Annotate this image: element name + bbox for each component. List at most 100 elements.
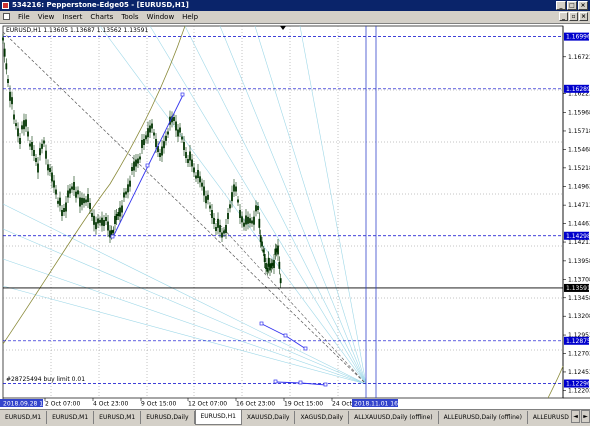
candle-body [137,158,139,164]
candle-body [9,91,11,101]
menu-window[interactable]: Window [143,11,179,23]
candle-body [183,142,185,150]
fibonacci-fan[interactable] [2,25,367,385]
candle-body [123,192,125,198]
candle-body [45,150,47,159]
tab-navigation: ◄ ► [569,410,590,423]
chart-tab[interactable]: EURUSD,Daily [141,411,195,424]
moving-average-line [2,25,186,345]
chart-tab[interactable]: XAGUSD,Daily [295,411,350,424]
candle-body [262,249,265,253]
price-tick-label: 1.12453 [568,369,590,376]
candle-body [39,148,41,156]
child-restore-button[interactable]: ▫ [569,12,578,21]
candle-body [83,198,85,204]
tab-scroll-left-icon[interactable]: ◄ [571,410,580,423]
candle-body [33,150,35,156]
order-label: #28725494 buy limit 0.01 [6,376,85,383]
candle-body [49,168,51,172]
candle-body [73,182,75,190]
child-close-button[interactable]: × [579,12,588,21]
chart-tab[interactable]: ALLEURUSD,Daily (offline) [439,411,528,424]
minimize-button[interactable]: _ [556,1,566,10]
candle-body [75,191,77,198]
candle-body [175,121,177,131]
candle-body [13,114,15,120]
candle-body [107,221,109,231]
chart-tab[interactable]: EURUSD,M1 [94,411,142,424]
candle-body [19,138,21,144]
candle-body [91,213,93,217]
time-tick-label: 12 Oct 07:00 [188,401,227,408]
candle-body [51,172,53,182]
candle-body [279,278,282,284]
candle-body [93,215,95,225]
menu-file[interactable]: File [14,11,34,23]
candle-body [155,139,157,147]
price-tick-label: 1.14713 [568,202,590,209]
candle-body [41,143,43,149]
chart-tab[interactable]: EURUSD,M1 [47,411,95,424]
candle-body [5,63,8,70]
zigzag-trendlines[interactable] [112,94,327,386]
candle-body [163,141,165,149]
grid [3,26,563,398]
candle-body [195,175,197,179]
level-lines[interactable] [3,36,563,384]
candle-body [253,216,255,225]
candle-body [258,218,261,228]
price-tick-label: 1.12203 [568,387,590,394]
candle-body [67,190,69,198]
candle-body [278,261,281,269]
child-minimize-button[interactable]: _ [559,12,568,21]
candle-body [27,131,29,137]
candle-body [217,218,219,228]
chart-tab[interactable]: EURUSD,M1 [0,411,48,424]
chart-tab[interactable]: ALLXAUUSD,Daily (offline) [349,411,439,424]
candle-body [43,140,45,144]
price-tick-label: 1.13708 [568,276,590,283]
candle-body [233,184,235,192]
candle-body [63,208,65,212]
candle-body [159,153,161,157]
close-button[interactable]: × [578,1,588,10]
candle-body [87,194,89,202]
price-tick-label: 1.13458 [568,295,590,302]
candle-body [151,123,153,129]
candle-body [257,206,259,210]
candle-body [273,260,275,268]
candle-body [109,230,111,238]
price-chart[interactable]: EURUSD,H1 1.13605 1.13687 1.13562 1.1359… [0,24,590,409]
candle-body [251,220,253,224]
candle-body [53,180,55,188]
time-tick-label: 16 Oct 23:00 [236,401,275,408]
menu-view[interactable]: View [34,11,59,23]
candle-body [261,241,263,247]
candle-body [135,159,137,167]
candle-body [25,119,27,127]
candle-body [185,152,187,158]
candle-body [241,216,243,223]
candle-body [215,227,217,231]
candle-body [101,217,103,226]
candle-body [115,214,118,220]
price-level-tag-label: 1.16996 [566,34,590,41]
menu-bar: File View Insert Charts Tools Window Hel… [0,11,590,24]
menu-insert[interactable]: Insert [58,11,86,23]
candle-body [125,191,127,195]
candle-body [143,139,145,145]
menu-tools[interactable]: Tools [117,11,142,23]
maximize-button[interactable]: □ [567,1,577,10]
candle-body [237,199,239,203]
price-tick-label: 1.13208 [568,313,590,320]
chart-tab[interactable]: XAUUSD,Daily [242,411,296,424]
menu-help[interactable]: Help [178,11,202,23]
candle-body [225,225,227,233]
chart-area[interactable]: EURUSD,H1 1.13605 1.13687 1.13562 1.1359… [0,24,590,409]
candle-body [209,205,211,209]
dashed-channel-line[interactable] [209,213,367,385]
chart-tab[interactable]: EURUSD,H1 [194,410,242,425]
menu-charts[interactable]: Charts [86,11,117,23]
tab-scroll-right-icon[interactable]: ► [581,410,590,423]
chart-shift-marker[interactable] [280,26,286,30]
